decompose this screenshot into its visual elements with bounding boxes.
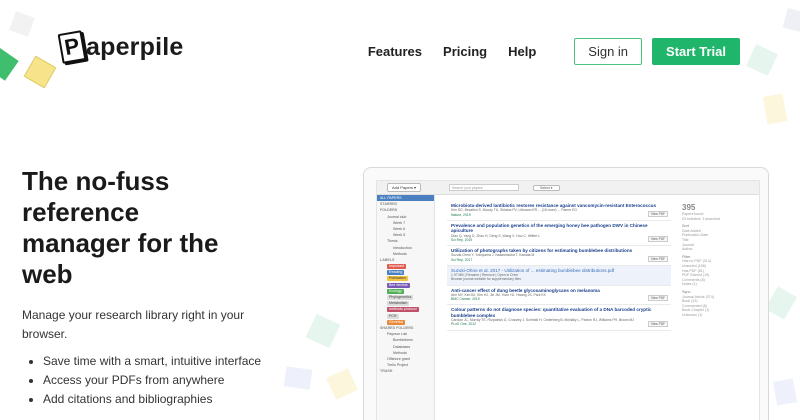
hero-bullet-list: Save time with a smart, intuitive interf… — [22, 352, 262, 409]
hero-bullet: Save time with a smart, intuitive interf… — [22, 352, 262, 371]
paper-title: Prevalence and population genetics of th… — [451, 222, 648, 234]
papers-count-sub: 23 selected, 3 searched — [682, 216, 721, 221]
sync-item: Unknown (1) — [682, 312, 703, 317]
confetti-lavender — [782, 8, 800, 32]
label-tag: PCR — [387, 313, 399, 319]
confetti-cream — [762, 93, 788, 125]
papers-count: 395 — [682, 203, 696, 212]
filter-item: Notes (1) — [682, 282, 697, 287]
confetti-cream — [326, 368, 358, 400]
confetti-yellow — [23, 55, 57, 89]
app-sidebar: ALL PAPERS STARRED FOLDERS Journal club … — [377, 195, 435, 420]
paper-journal: Sci Rep, 2019 — [451, 237, 473, 242]
confetti-mint — [746, 44, 778, 76]
confetti-green — [0, 47, 19, 81]
add-papers-button: Add Papers ▾ — [387, 183, 422, 192]
paper-row: Utilization of photographs taken by citi… — [447, 246, 671, 266]
nav-pricing-link[interactable]: Pricing — [443, 44, 487, 59]
confetti-mint — [764, 286, 798, 320]
paper-pdf-row: Suzuki-Ohno et al. 2017 - Utilization of… — [447, 265, 671, 286]
view-pdf-button: View PDF — [647, 255, 668, 262]
paper-row: Microbiota-derived lantibiotic restores … — [447, 201, 671, 221]
view-pdf-button: View PDF — [647, 320, 668, 327]
confetti-mint — [305, 313, 341, 349]
start-trial-button[interactable]: Start Trial — [652, 38, 740, 65]
confetti-lavender — [283, 366, 313, 390]
hero-description: Manage your research library right in yo… — [22, 308, 245, 341]
view-pdf-button: View PDF — [647, 236, 668, 243]
confetti-lavender — [773, 378, 797, 406]
label-tag: Bee decline — [387, 282, 410, 288]
app-screenshot: Add Papers ▾ Search your papers Select ▾… — [376, 180, 760, 420]
pdf-supplementary: Browse journal website for supplementary… — [451, 277, 521, 282]
sort-item: Author — [682, 247, 693, 252]
sign-in-button[interactable]: Sign in — [574, 38, 643, 65]
nav-help-link[interactable]: Help — [508, 44, 536, 59]
paper-title: Colour patterns do not diagnose species:… — [451, 307, 652, 318]
top-nav: Features Pricing Help Sign in Start Tria… — [347, 38, 740, 65]
hero-bullet: Access your PDFs from anywhere — [22, 371, 262, 390]
nav-features-link[interactable]: Features — [368, 44, 422, 59]
confetti-gray — [9, 11, 35, 37]
view-pdf-button: View PDF — [647, 210, 668, 217]
app-search-input: Search your papers — [449, 184, 520, 191]
paper-row: Colour patterns do not diagnose species:… — [447, 305, 671, 331]
logo-text: aperpile — [86, 32, 184, 61]
paper-list: Microbiota-derived lantibiotic restores … — [447, 201, 671, 420]
paper-journal: Sci Rep, 2017 — [451, 257, 473, 262]
logo-mark-icon: P — [57, 30, 87, 64]
label-tag: Pollination — [387, 276, 408, 282]
label-tag: methods protocol — [387, 307, 419, 313]
app-toolbar: Add Papers ▾ Search your papers Select ▾ — [377, 181, 759, 195]
hero-bullet: Add citations and bibliographies — [22, 390, 262, 409]
hero-title: The no-fuss reference manager for the we… — [22, 166, 219, 289]
paper-journal: BMC Cancer, 2019 — [451, 297, 480, 302]
app-right-pane: 395 Papers found 23 selected, 3 searched… — [682, 203, 757, 317]
paperpile-logo[interactable]: P aperpile — [57, 30, 184, 64]
select-button: Select ▾ — [533, 184, 560, 191]
paper-row: Prevalence and population genetics of th… — [447, 221, 671, 247]
app-screenshot-frame: Add Papers ▾ Search your papers Select ▾… — [363, 167, 769, 420]
sidebar-item-trash: TRASH — [380, 369, 393, 374]
paper-journal: PLoS One, 2012 — [451, 322, 477, 327]
view-pdf-button: View PDF — [647, 295, 668, 302]
paper-row: Anti-cancer effect of dung beetle glycos… — [447, 286, 671, 306]
paper-journal: Nature, 2019 — [451, 212, 471, 217]
